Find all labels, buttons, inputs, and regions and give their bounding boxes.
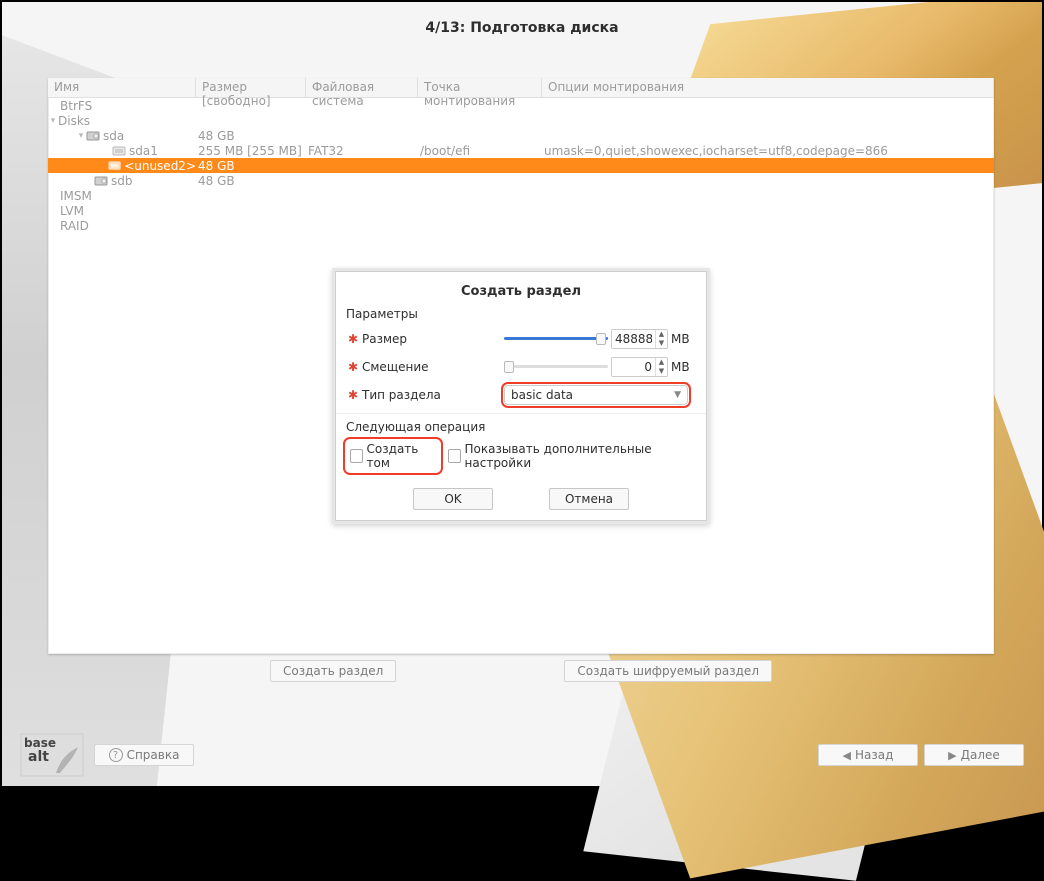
- col-name[interactable]: Имя: [48, 78, 196, 97]
- back-button[interactable]: ◀ Назад: [818, 744, 918, 766]
- tree-row-sdb[interactable]: sdb 48 GB: [48, 173, 994, 188]
- offset-input[interactable]: [612, 358, 655, 376]
- size-unit: MB: [671, 332, 690, 346]
- help-icon: ?: [109, 748, 123, 762]
- offset-label: Смещение: [362, 360, 504, 374]
- svg-text:base: base: [24, 736, 56, 750]
- ok-button[interactable]: OK: [413, 488, 493, 510]
- next-button[interactable]: ▶ Далее: [924, 744, 1024, 766]
- size-label: Размер: [362, 332, 504, 346]
- show-advanced-label: Показывать дополнительные настройки: [465, 442, 692, 470]
- col-size[interactable]: Размер [свободно]: [196, 78, 306, 97]
- tree-row-sda1[interactable]: sda1 255 MB [255 MB] FAT32 /boot/efi uma…: [48, 143, 994, 158]
- tree-row-lvm[interactable]: LVM: [48, 203, 994, 218]
- type-label: Тип раздела: [362, 388, 504, 402]
- dialog-title: Создать раздел: [336, 272, 706, 307]
- expand-icon[interactable]: ▾: [76, 131, 86, 141]
- params-group-label: Параметры: [336, 307, 706, 325]
- chevron-right-icon: ▶: [948, 749, 956, 762]
- partition-icon: [112, 144, 126, 158]
- expand-icon[interactable]: ▾: [48, 116, 58, 126]
- offset-slider[interactable]: [504, 361, 608, 373]
- spin-up-icon[interactable]: ▲: [656, 330, 667, 339]
- hard-disk-icon: [94, 174, 108, 188]
- required-icon: ✱: [346, 388, 362, 402]
- create-volume-label: Создать том: [367, 442, 436, 470]
- create-encrypted-partition-button[interactable]: Создать шифруемый раздел: [564, 660, 772, 682]
- tree-row-unused2[interactable]: <unused2> 48 GB: [48, 158, 994, 173]
- chevron-left-icon: ◀: [843, 749, 851, 762]
- spin-down-icon[interactable]: ▼: [656, 339, 667, 348]
- hard-disk-icon: [86, 129, 100, 143]
- tree-row-btrfs[interactable]: BtrFS: [48, 98, 994, 113]
- show-advanced-checkbox[interactable]: [448, 449, 461, 463]
- table-header: Имя Размер [свободно] Файловая система Т…: [48, 78, 994, 98]
- offset-unit: MB: [671, 360, 690, 374]
- disk-tree: BtrFS ▾Disks ▾ sda 48 GB sda1: [48, 98, 994, 233]
- required-icon: ✱: [346, 332, 362, 346]
- partition-icon: [108, 159, 121, 173]
- size-spinner[interactable]: ▲▼: [611, 329, 668, 349]
- size-input[interactable]: [612, 330, 655, 348]
- tree-row-raid[interactable]: RAID: [48, 218, 994, 233]
- next-operation-label: Следующая операция: [346, 420, 696, 436]
- svg-text:alt: alt: [28, 749, 49, 765]
- basealt-logo: base alt: [20, 733, 84, 777]
- create-volume-checkbox[interactable]: [350, 449, 363, 463]
- offset-spinner[interactable]: ▲▼: [611, 357, 668, 377]
- tree-row-disks[interactable]: ▾Disks: [48, 113, 994, 128]
- tree-row-sda[interactable]: ▾ sda 48 GB: [48, 128, 994, 143]
- size-slider[interactable]: [504, 333, 608, 345]
- create-partition-button[interactable]: Создать раздел: [270, 660, 396, 682]
- col-opt[interactable]: Опции монтирования: [542, 78, 994, 97]
- create-partition-dialog: Создать раздел Параметры ✱ Размер: [332, 268, 710, 524]
- spin-up-icon[interactable]: ▲: [656, 358, 667, 367]
- tree-row-imsm[interactable]: IMSM: [48, 188, 994, 203]
- cancel-button[interactable]: Отмена: [549, 488, 629, 510]
- col-mount[interactable]: Точка монтирования: [418, 78, 542, 97]
- help-button[interactable]: ? Справка: [94, 744, 194, 766]
- col-fs[interactable]: Файловая система: [306, 78, 418, 97]
- page-title: 4/13: Подготовка диска: [2, 2, 1042, 58]
- partition-type-select[interactable]: basic data: [504, 385, 688, 405]
- required-icon: ✱: [346, 360, 362, 374]
- spin-down-icon[interactable]: ▼: [656, 367, 667, 376]
